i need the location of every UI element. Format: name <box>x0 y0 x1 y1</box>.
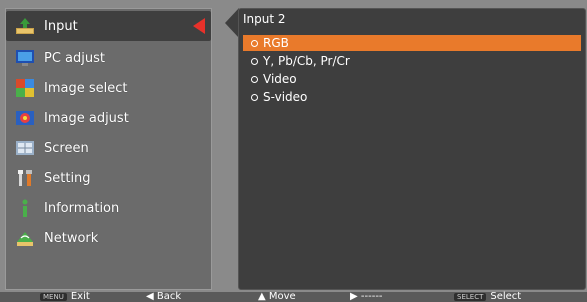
sidebar-item-label: Input <box>44 18 78 34</box>
footer-select-label: Select <box>490 291 522 302</box>
sidebar-item-information[interactable]: Information <box>6 193 211 223</box>
image-select-icon <box>14 77 36 99</box>
network-icon <box>14 227 36 249</box>
option-component[interactable]: Y, Pb/Cb, Pr/Cr <box>243 53 581 69</box>
sidebar-item-screen[interactable]: Screen <box>6 133 211 163</box>
footer-select: SELECT Select <box>454 291 521 302</box>
selection-arrow-icon <box>193 18 205 34</box>
option-label: Y, Pb/Cb, Pr/Cr <box>263 54 350 68</box>
option-label: S-video <box>263 90 308 104</box>
sidebar-item-pc-adjust[interactable]: PC adjust <box>6 43 211 73</box>
monitor-icon <box>14 47 36 69</box>
sidebar-item-input[interactable]: Input <box>6 11 211 41</box>
option-video[interactable]: Video <box>243 71 581 87</box>
option-label: RGB <box>263 36 289 50</box>
option-s-video[interactable]: S-video <box>243 89 581 105</box>
sidebar-item-label: Image adjust <box>44 110 129 126</box>
sidebar-item-label: Setting <box>44 170 91 186</box>
sidebar-item-setting[interactable]: Setting <box>6 163 211 193</box>
sidebar-item-label: Image select <box>44 80 128 96</box>
left-arrow-icon: ◀ <box>146 291 154 302</box>
setting-tools-icon <box>14 167 36 189</box>
sidebar-item-label: PC adjust <box>44 50 105 66</box>
input-options-panel: Input 2 RGB Y, Pb/Cb, Pr/Cr Video S-vide… <box>238 8 586 290</box>
option-rgb[interactable]: RGB <box>243 35 581 51</box>
input-arrow-icon <box>14 15 36 37</box>
footer-help-bar: MENU Exit ◀ Back ▲ Move ▶ ------ SELECT Se… <box>0 291 587 302</box>
panel-connector <box>225 8 239 38</box>
radio-icon <box>251 39 258 47</box>
panel-title: Input 2 <box>243 12 286 26</box>
option-label: Video <box>263 72 297 86</box>
projector-menu: Input PC adjust Image select Image adjus… <box>0 0 587 302</box>
footer-back-label: Back <box>156 291 182 302</box>
select-key-badge: SELECT <box>454 293 487 301</box>
footer-move: ▲ Move <box>258 291 296 302</box>
radio-icon <box>251 57 258 65</box>
sidebar-item-image-select[interactable]: Image select <box>6 73 211 103</box>
sidebar: Input PC adjust Image select Image adjus… <box>5 8 212 290</box>
sidebar-item-network[interactable]: Network <box>6 223 211 253</box>
footer-move-label: Move <box>268 291 296 302</box>
sidebar-item-image-adjust[interactable]: Image adjust <box>6 103 211 133</box>
up-down-arrow-icon: ▲ <box>258 291 266 302</box>
radio-icon <box>251 93 258 101</box>
right-arrow-icon: ▶ <box>350 291 358 302</box>
footer-back: ◀ Back <box>146 291 181 302</box>
menu-key-badge: MENU <box>40 293 67 301</box>
footer-exit-label: Exit <box>70 291 90 302</box>
information-icon <box>14 197 36 219</box>
radio-icon <box>251 75 258 83</box>
footer-next: ▶ ------ <box>350 291 383 302</box>
image-adjust-icon <box>14 107 36 129</box>
sidebar-item-label: Information <box>44 200 120 216</box>
screen-icon <box>14 137 36 159</box>
sidebar-item-label: Network <box>44 230 99 246</box>
sidebar-item-label: Screen <box>44 140 89 156</box>
footer-exit: MENU Exit <box>40 291 90 302</box>
footer-next-label: ------ <box>360 291 383 302</box>
